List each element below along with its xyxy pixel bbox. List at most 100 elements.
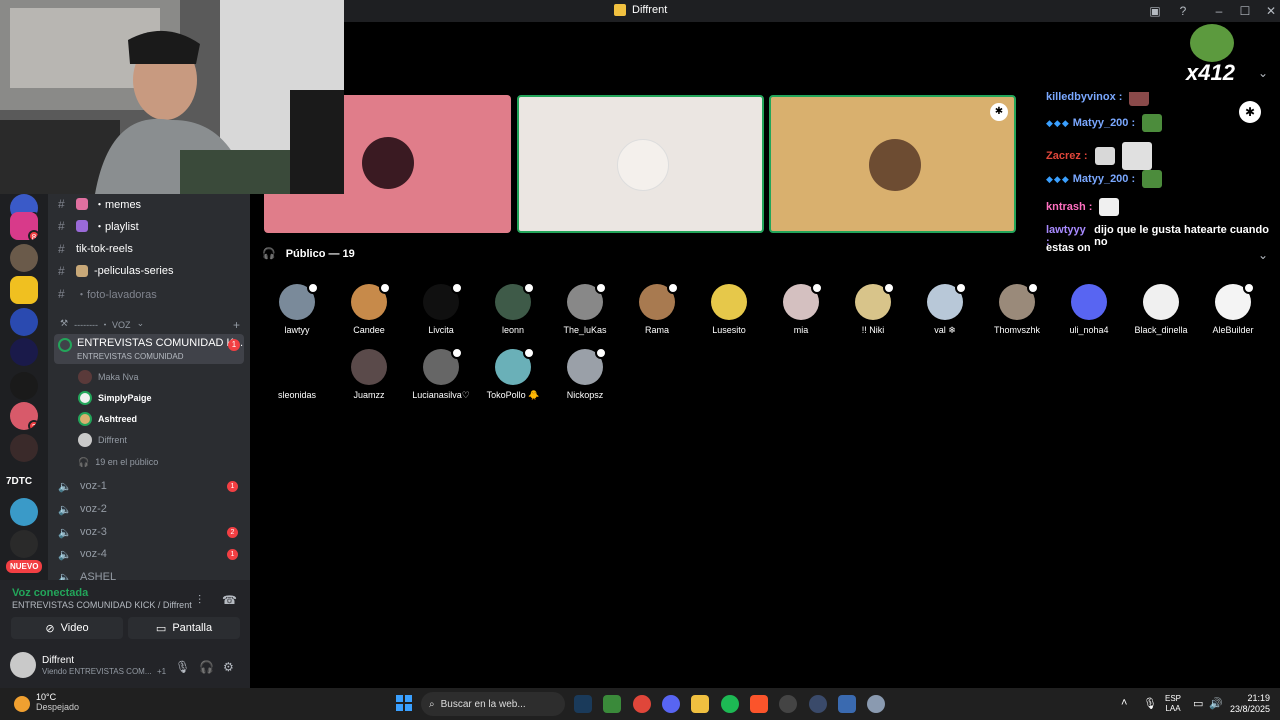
help-icon[interactable]: ?	[1175, 3, 1191, 19]
audience-member[interactable]: uli_noha4	[1057, 284, 1121, 335]
audience-member[interactable]: val ❄	[913, 282, 977, 336]
chevron-down-icon[interactable]: ⌄	[1258, 66, 1268, 80]
taskbar-search[interactable]: ⌕ Buscar en la web...	[421, 692, 565, 716]
stage-channel-topic: ENTREVISTAS COMUNIDAD	[77, 352, 184, 361]
microphone-icon[interactable]: 🎙	[175, 660, 190, 674]
voice-channel-path[interactable]: ENTREVISTAS COMUNIDAD KICK / Diffrent	[12, 600, 192, 610]
clock[interactable]: 21:19 23/8/2025	[1226, 693, 1270, 715]
chat-user: killedbyvinox :	[1046, 92, 1123, 103]
channel-peliculas-series[interactable]: # -peliculas-series	[58, 261, 244, 281]
voice-channel[interactable]: 🔈 voz-2	[58, 499, 244, 519]
server-icon[interactable]	[10, 244, 38, 272]
spotify-icon[interactable]	[721, 695, 739, 713]
voice-channel[interactable]: 🔈 ASHEL	[58, 567, 244, 580]
inbox-icon[interactable]: ▣	[1147, 3, 1163, 19]
server-label[interactable]: 7DTC	[6, 476, 32, 487]
gear-icon[interactable]: ⚙	[223, 660, 234, 674]
server-icon[interactable]	[10, 498, 38, 526]
network-icon[interactable]: ▭	[1193, 697, 1203, 710]
speaker-card[interactable]	[517, 95, 764, 233]
server-icon[interactable]	[10, 530, 38, 558]
headphones-icon: 🎧	[262, 248, 276, 260]
add-channel-icon[interactable]: +	[233, 318, 240, 332]
server-icon[interactable]	[10, 338, 38, 366]
weather-widget[interactable]: 10°C Despejado	[14, 692, 79, 712]
window-title: Diffrent	[614, 4, 667, 16]
channel-foto-lavadoras[interactable]: # ・foto-lavadoras	[58, 284, 244, 304]
server-icon[interactable]	[10, 308, 38, 336]
voice-status[interactable]: Voz conectada	[12, 587, 88, 599]
headphones-icon[interactable]: 🎧	[199, 660, 214, 674]
stage-member[interactable]: SimplyPaige	[78, 388, 152, 408]
status-icon	[451, 347, 463, 359]
close-button[interactable]: ✕	[1263, 3, 1279, 19]
chevron-up-icon[interactable]: ˄	[1121, 697, 1127, 709]
maximize-button[interactable]: ☐	[1237, 3, 1253, 19]
obs-icon[interactable]	[779, 695, 797, 713]
app-icon[interactable]	[809, 695, 827, 713]
member-name: Diffrent	[98, 435, 127, 445]
audience-member[interactable]: Lucianasilva♡	[409, 347, 473, 401]
audience-member[interactable]: !! Niki	[841, 282, 905, 335]
audience-summary[interactable]: 🎧 19 en el público	[78, 452, 158, 472]
microphone-icon[interactable]: 🎙	[1143, 697, 1157, 710]
audience-member[interactable]: Livcita	[409, 282, 473, 335]
audience-member[interactable]: TokoPollo 🐥	[481, 347, 545, 401]
audience-member[interactable]: Lusesito	[697, 284, 761, 335]
audience-member[interactable]: sleonidas	[265, 349, 329, 400]
audience-member[interactable]: mia	[769, 282, 833, 335]
disconnect-icon[interactable]: ☎	[222, 593, 237, 607]
voice-channel[interactable]: 🔈 voz-1 1	[58, 476, 244, 496]
brave-icon[interactable]	[750, 695, 768, 713]
audience-member[interactable]: lawtyy	[265, 282, 329, 335]
screen-share-button[interactable]: ▭ Pantalla	[128, 617, 240, 639]
channel-memes[interactable]: # ・memes	[58, 194, 244, 214]
minecraft-icon[interactable]	[603, 695, 621, 713]
channel-tik-tok-reels[interactable]: # tik-tok-reels	[58, 239, 244, 259]
user-name[interactable]: Diffrent	[42, 655, 74, 666]
chat-text: dijo que le gusta hatearte cuando no	[1094, 224, 1269, 248]
stage-member[interactable]: Ashtreed	[78, 409, 137, 429]
stage-channel[interactable]: ENTREVISTAS COMUNIDAD K... ENTREVISTAS C…	[54, 334, 244, 364]
speaker-card[interactable]: ✱	[769, 95, 1016, 233]
category-header[interactable]: ⚒ -------- ・ VOZ ⌄	[60, 318, 144, 331]
avatar	[423, 347, 463, 385]
server-icon[interactable]: 8	[10, 212, 38, 240]
audience-member[interactable]: Rama	[625, 282, 689, 335]
noise-suppression-icon[interactable]: ⫶	[198, 593, 201, 608]
server-icon[interactable]	[10, 372, 38, 400]
video-button[interactable]: ⊘ Video	[11, 617, 123, 639]
language-indicator[interactable]: ESP LAA	[1165, 694, 1181, 714]
audience-member[interactable]: AleBuilder	[1201, 282, 1265, 335]
badge: 3	[28, 420, 38, 430]
steam-icon[interactable]	[574, 695, 592, 713]
chrome-icon[interactable]	[633, 695, 651, 713]
discord-icon[interactable]	[662, 695, 680, 713]
audience-member[interactable]: Juamzz	[337, 349, 401, 400]
audience-member[interactable]: Nickopsz	[553, 347, 617, 400]
file-explorer-icon[interactable]	[691, 695, 709, 713]
voice-channel[interactable]: 🔈 voz-3 2	[58, 522, 244, 542]
audience-member[interactable]: Black_dinella	[1129, 284, 1193, 335]
audience-member[interactable]: leonn	[481, 282, 545, 335]
member-name: SimplyPaige	[98, 393, 152, 403]
screen-share-icon: ▭	[155, 622, 167, 635]
windows-start-icon[interactable]	[396, 695, 412, 711]
notepad-icon[interactable]	[838, 695, 856, 713]
audience-member[interactable]: Thomvszhk	[985, 282, 1049, 335]
server-icon[interactable]: 3	[10, 402, 38, 430]
stage-member[interactable]: Maka Nva	[78, 367, 139, 387]
audience-member[interactable]: The_luKas	[553, 282, 617, 335]
server-icon[interactable]	[10, 276, 38, 304]
avatar	[279, 349, 315, 385]
channel-playlist[interactable]: # ・playlist	[58, 216, 244, 236]
minimize-button[interactable]: –	[1211, 3, 1227, 19]
avatar[interactable]	[10, 652, 36, 678]
voice-channel[interactable]: 🔈 voz-4 1	[58, 544, 244, 564]
settings-icon[interactable]	[867, 695, 885, 713]
server-icon[interactable]	[10, 434, 38, 462]
volume-icon[interactable]: 🔊	[1209, 697, 1223, 710]
weather-temp: 10°C	[36, 692, 57, 702]
stage-member[interactable]: Diffrent	[78, 430, 127, 450]
audience-member[interactable]: Candee	[337, 282, 401, 335]
